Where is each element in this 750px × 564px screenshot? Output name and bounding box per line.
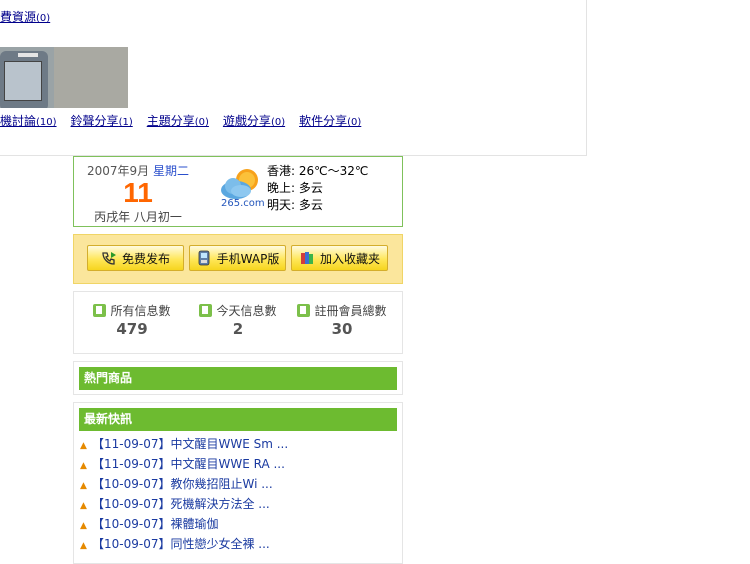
arrow-bullet-icon: ▲: [80, 481, 87, 491]
news-list: ▲ 【11-09-07】中文醒目WWE Sm ... ▲ 【11-09-07】中文醒…: [80, 434, 288, 554]
category-link-software[interactable]: 軟件分享(0): [299, 112, 361, 129]
stat-members: 註冊會員總數 30: [287, 302, 397, 338]
category-links: 機討論(10) 鈴聲分享(1) 主題分享(0) 遊戲分享(0) 軟件分享(0): [0, 112, 375, 129]
weather-tonight: 晚上: 多云: [267, 181, 323, 195]
news-link[interactable]: 【10-09-07】死機解決方法全 ...: [92, 497, 270, 511]
arrow-bullet-icon: ▲: [80, 521, 87, 531]
category-link-discussion[interactable]: 機討論(10): [0, 112, 57, 129]
category-link-theme[interactable]: 主題分享(0): [147, 112, 209, 129]
add-favorite-button[interactable]: 加入收藏夹: [291, 245, 388, 271]
category-link-game[interactable]: 遊戲分享(0): [223, 112, 285, 129]
top-content-panel: 費資源(0) 機討論(10) 鈴聲分享(1) 主題分享(0) 遊戲分享(0) 軟件分享(…: [0, 0, 587, 156]
member-smile-icon: [297, 304, 311, 317]
latest-news-title: 最新快訊: [79, 408, 397, 431]
arrow-bullet-icon: ▲: [80, 461, 87, 471]
weather-source-link[interactable]: 265.com: [221, 198, 265, 209]
favorite-flag-icon: [300, 252, 313, 264]
latest-news-box: 最新快訊 ▲ 【11-09-07】中文醒目WWE Sm ... ▲ 【11-09-0…: [73, 402, 403, 564]
stat-today-info: 今天信息數 2: [183, 302, 293, 338]
list-item: ▲ 【11-09-07】中文醒目WWE Sm ...: [80, 434, 288, 454]
mobile-phone-icon: [198, 250, 210, 266]
list-item: ▲ 【10-09-07】死機解決方法全 ...: [80, 494, 288, 514]
list-item: ▲ 【10-09-07】教你幾招阻止Wi ...: [80, 474, 288, 494]
top-resource-link[interactable]: 費資源(0): [0, 8, 50, 25]
hot-products-title: 熱門商品: [79, 367, 397, 390]
news-link[interactable]: 【10-09-07】同性戀少女全裸 ...: [92, 537, 270, 551]
weather-city-temp: 香港: 26℃～32℃: [267, 164, 369, 178]
arrow-bullet-icon: ▲: [80, 501, 87, 511]
phone-thumbnail-image[interactable]: [0, 47, 128, 108]
post-free-button[interactable]: 免费发布: [87, 245, 184, 271]
news-link[interactable]: 【11-09-07】中文醒目WWE Sm ...: [92, 437, 288, 451]
document-icon: [93, 304, 107, 317]
category-link-ringtone[interactable]: 鈴聲分享(1): [71, 112, 133, 129]
document-icon: [199, 304, 213, 317]
news-link[interactable]: 【10-09-07】教你幾招阻止Wi ...: [92, 477, 273, 491]
hot-products-box: 熱門商品: [73, 361, 403, 395]
stat-all-info: 所有信息數 479: [77, 302, 187, 338]
site-stats-box: 所有信息數 479 今天信息數 2 註冊會員總數 30: [73, 291, 403, 354]
list-item: ▲ 【11-09-07】中文醒目WWE RA ...: [80, 454, 288, 474]
cloud-sun-icon[interactable]: [219, 167, 261, 201]
news-link[interactable]: 【10-09-07】裸體瑜伽: [92, 517, 218, 531]
mobile-wap-button[interactable]: 手机WAP版: [189, 245, 286, 271]
year-month: 2007年9月: [86, 164, 150, 178]
weather-tomorrow: 明天: 多云: [267, 198, 323, 212]
quick-action-box: 免费发布 手机WAP版 加入收藏夹: [73, 234, 403, 284]
list-item: ▲ 【10-09-07】同性戀少女全裸 ...: [80, 534, 288, 554]
list-item: ▲ 【10-09-07】裸體瑜伽: [80, 514, 288, 534]
news-link[interactable]: 【11-09-07】中文醒目WWE RA ...: [92, 457, 285, 471]
weekday: 星期二: [153, 164, 190, 178]
date-panel: 2007年9月 星期二 11 丙戌年 八月初一: [74, 157, 202, 225]
weather-info: 香港: 26℃～32℃ 晚上: 多云 明天: 多云: [267, 163, 368, 214]
day-number: 11: [123, 177, 153, 208]
phone-arrow-icon: [102, 252, 116, 265]
date-weather-box: 2007年9月 星期二 11 丙戌年 八月初一 265.com 香港: 26℃～…: [73, 156, 403, 227]
lunar-date: 丙戌年 八月初一: [94, 210, 182, 224]
arrow-bullet-icon: ▲: [80, 441, 87, 451]
